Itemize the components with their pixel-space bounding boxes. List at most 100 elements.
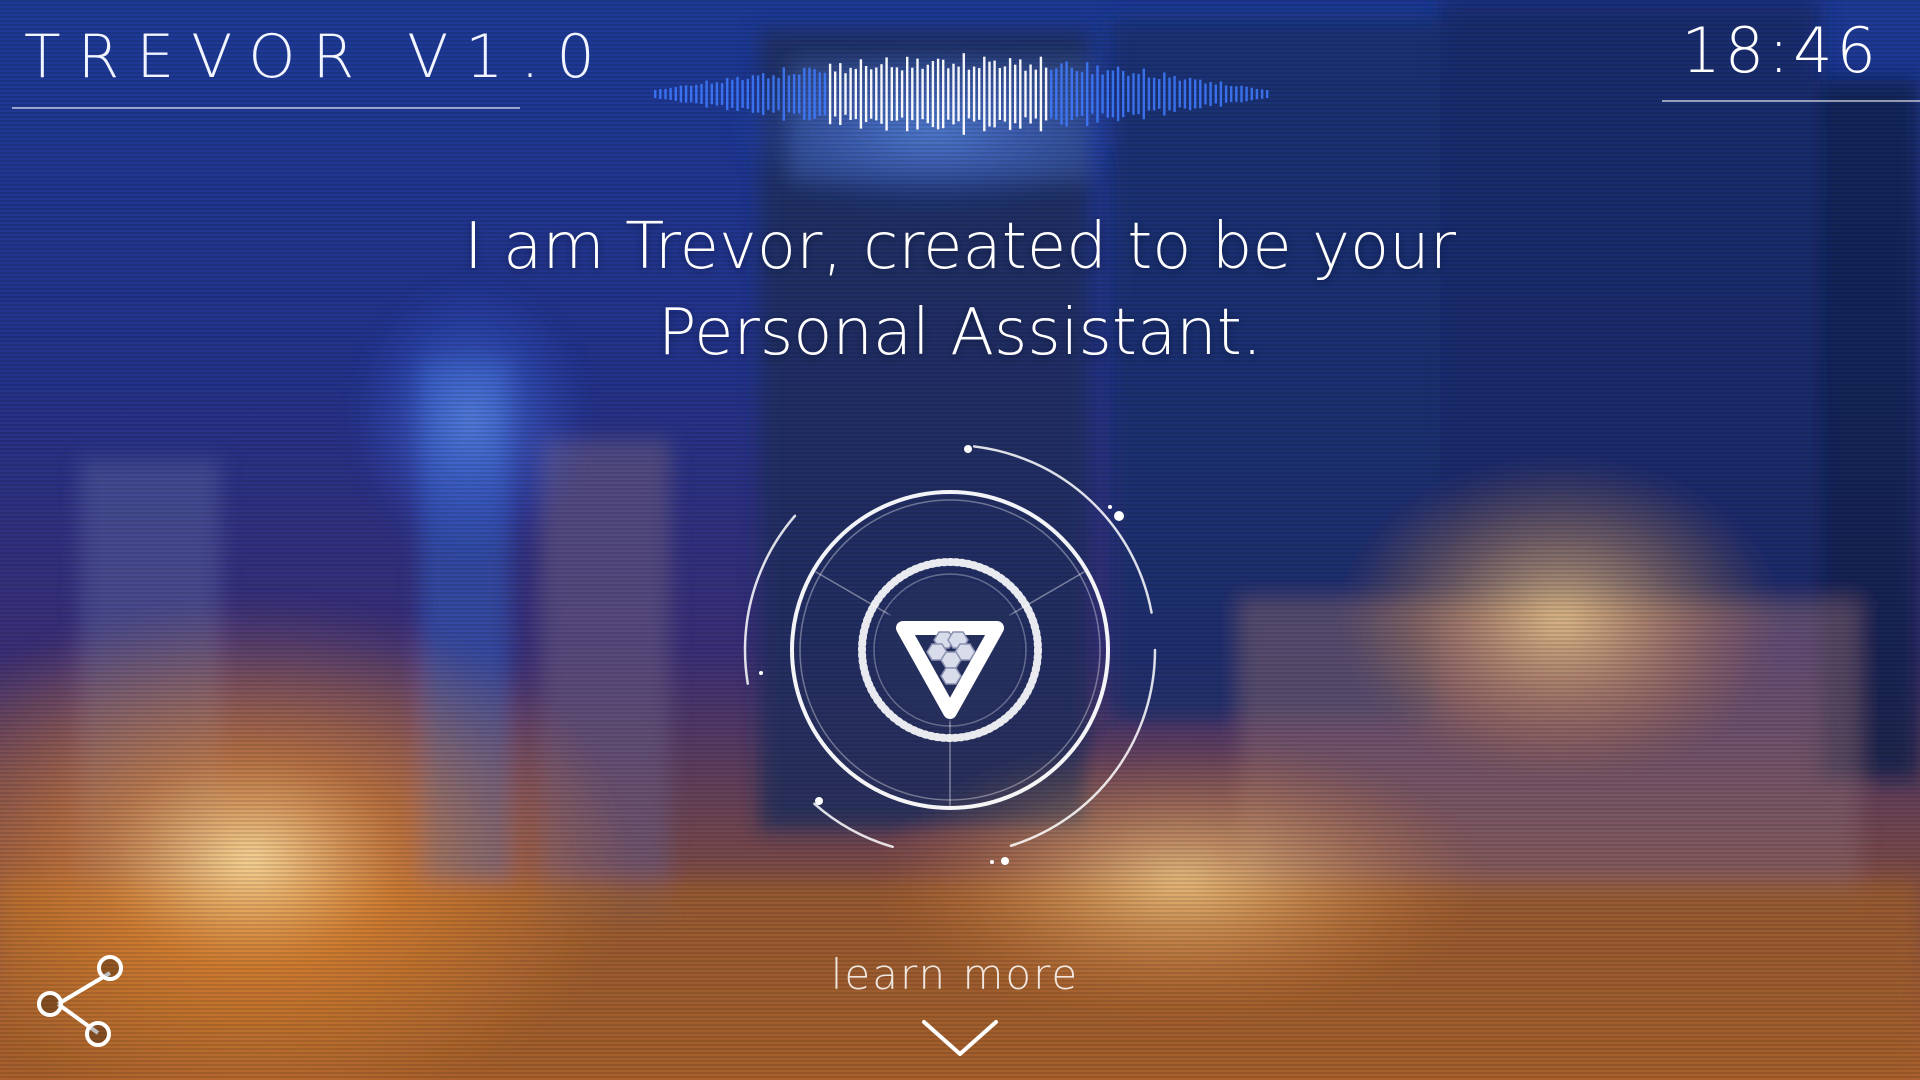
waveform-bar — [926, 64, 929, 124]
waveform-bar — [906, 56, 909, 132]
waveform-bar — [1086, 62, 1089, 126]
waveform-bar — [1188, 77, 1192, 111]
waveform-bar — [895, 67, 899, 121]
waveform-bar — [1152, 77, 1156, 111]
waveform-bar — [782, 67, 785, 121]
waveform-bar — [936, 58, 940, 130]
waveform-bar — [1050, 69, 1053, 119]
chevron-down-icon[interactable] — [920, 1016, 1000, 1060]
waveform-bar — [1029, 64, 1032, 124]
waveform-bar — [1142, 68, 1145, 120]
waveform-bar — [859, 59, 863, 129]
waveform-bar — [875, 67, 878, 121]
waveform-bar — [684, 85, 688, 103]
waveform-bar — [731, 79, 734, 108]
waveform-bar — [659, 89, 662, 99]
waveform-bar — [823, 72, 827, 116]
waveform-bar — [1044, 67, 1048, 121]
waveform-bar — [803, 68, 806, 120]
waveform-bar — [921, 68, 924, 120]
waveform-bar — [880, 64, 883, 124]
waveform-bar — [690, 85, 693, 103]
clock: 18:46 — [1681, 14, 1880, 87]
waveform-bar — [870, 69, 873, 119]
waveform-bar — [1260, 89, 1264, 99]
waveform-bar — [1183, 79, 1187, 109]
waveform-bar — [1168, 77, 1171, 111]
waveform-bar — [679, 85, 683, 103]
waveform-bar — [726, 77, 729, 111]
waveform-bar — [839, 63, 842, 125]
waveform-bar — [1235, 86, 1238, 102]
waveform-bar — [1147, 77, 1151, 111]
waveform-bar — [1014, 64, 1017, 124]
waveform-bar — [900, 70, 904, 118]
waveform-bar — [1178, 80, 1181, 108]
waveform-bar — [1163, 72, 1166, 116]
waveform-bar — [988, 61, 991, 127]
waveform-bar — [1096, 65, 1099, 123]
waveform-bar — [1250, 87, 1253, 101]
waveform-bar — [1230, 86, 1233, 103]
waveform-bar — [1091, 74, 1094, 114]
waveform-bar — [942, 59, 945, 129]
waveform-bar — [864, 66, 868, 122]
waveform-bar — [695, 84, 698, 104]
waveform-bar — [720, 83, 724, 105]
waveform-bar — [1101, 74, 1104, 114]
waveform-bar — [828, 63, 832, 125]
waveform-bar — [792, 74, 796, 114]
waveform-bar — [1070, 67, 1073, 121]
waveform-bar — [1266, 90, 1269, 98]
waveform-bar — [885, 57, 888, 131]
waveform-bar — [736, 76, 739, 111]
waveform-bar — [1080, 72, 1084, 116]
waveform-bar — [916, 58, 919, 130]
waveform-bar — [998, 68, 1001, 120]
waveform-bar — [751, 75, 755, 113]
assistant-hud[interactable] — [720, 420, 1180, 880]
waveform-bar — [1019, 59, 1022, 129]
share-icon[interactable] — [28, 946, 132, 1050]
clock-underline — [1662, 100, 1920, 102]
waveform-bar — [818, 72, 821, 116]
waveform-bar — [1194, 79, 1197, 109]
waveform-bar — [669, 88, 672, 100]
waveform-bar — [1106, 70, 1109, 118]
waveform-bar — [1116, 66, 1120, 122]
waveform-bar — [978, 68, 981, 120]
waveform-bar — [1111, 70, 1115, 118]
waveform-bar — [1255, 88, 1259, 100]
greeting-line-1: I am Trevor, created to be your — [463, 210, 1457, 284]
waveform-bar — [710, 83, 713, 105]
waveform-bar — [1199, 79, 1202, 109]
learn-more-link[interactable]: learn more — [790, 950, 1120, 999]
waveform-bar — [756, 75, 760, 113]
waveform-bar — [1224, 85, 1228, 103]
waveform-bar — [715, 82, 719, 106]
waveform-bar — [808, 67, 811, 121]
waveform-bar — [972, 66, 976, 122]
waveform-bar — [957, 66, 960, 122]
waveform-bar — [1173, 76, 1176, 112]
waveform-bar — [1204, 83, 1207, 105]
waveform-bar — [1132, 73, 1135, 115]
waveform-bar — [854, 68, 857, 120]
waveform-bar — [772, 75, 775, 113]
waveform-bar — [787, 75, 791, 113]
waveform-bar — [798, 74, 801, 114]
waveform-bar — [1209, 82, 1212, 106]
waveform-bar — [762, 73, 765, 115]
app-title: TREVOR V1.0 — [24, 22, 612, 92]
waveform-bar — [700, 84, 703, 104]
waveform-bar — [1240, 85, 1243, 103]
waveform-bar — [1055, 68, 1058, 120]
waveform-bar — [767, 78, 770, 110]
waveform-bar — [947, 68, 950, 120]
waveform-bar — [1060, 63, 1063, 125]
waveform-bar — [952, 63, 955, 125]
waveform-bar — [911, 67, 914, 121]
waveform-bar — [1003, 66, 1007, 122]
title-underline — [12, 107, 520, 109]
waveform-bar — [674, 87, 677, 101]
